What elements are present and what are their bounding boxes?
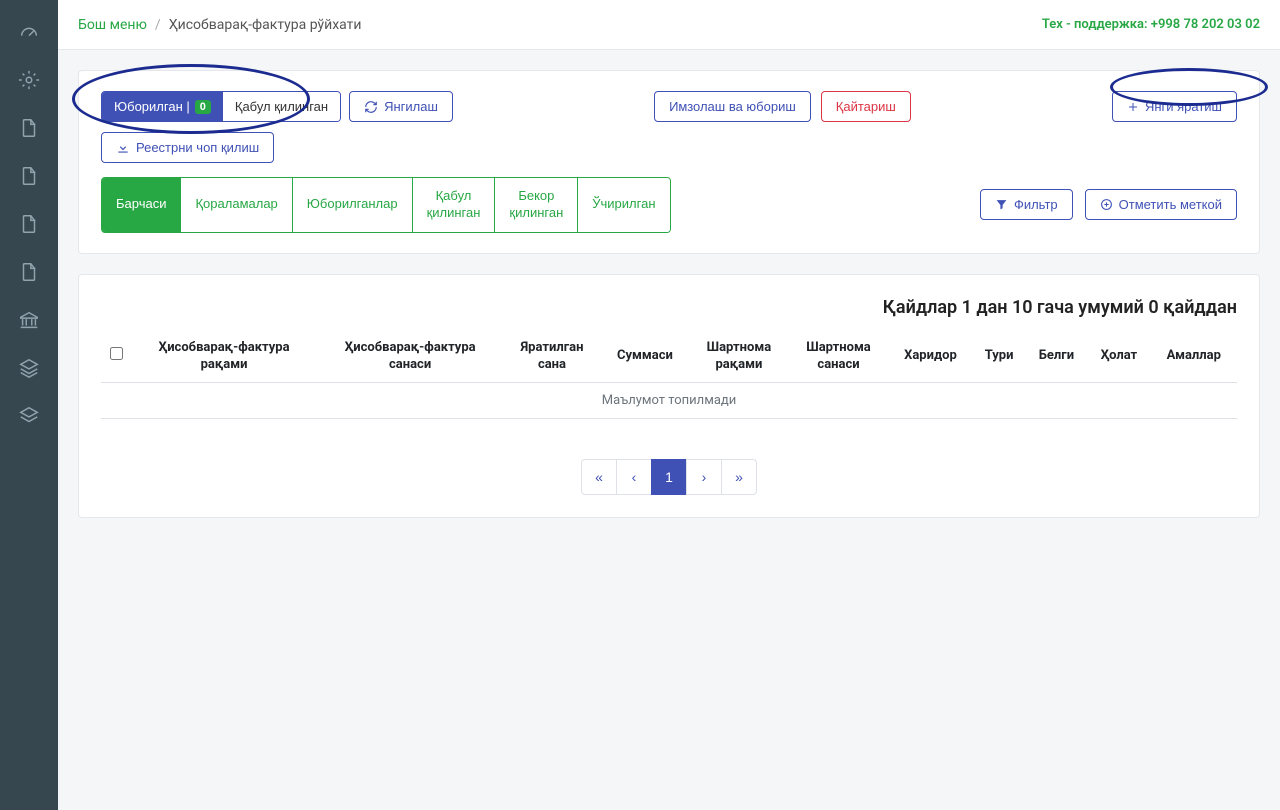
topbar: Бош меню / Ҳисобварақ-фактура рўйхати Те… — [58, 0, 1280, 50]
th-invoice-date: Ҳисобварақ-фактурасанаси — [317, 332, 503, 382]
breadcrumb-separator: / — [155, 17, 161, 33]
th-status: Ҳолат — [1087, 332, 1150, 382]
th-buyer: Харидор — [888, 332, 972, 382]
sidebar — [0, 0, 58, 810]
layers-icon — [18, 405, 40, 427]
seg-received[interactable]: Қабул қилинган — [223, 92, 340, 121]
status-tabs: Барчаси Қораламалар Юборилганлар Қабул қ… — [101, 177, 671, 233]
records-info: Қайдлар 1 дан 10 гача умумий 0 қайддан — [101, 297, 1237, 318]
badge-count: 0 — [195, 100, 211, 114]
print-button[interactable]: Реестрни чоп қилиш — [101, 132, 274, 163]
document-icon — [18, 165, 40, 187]
breadcrumb-home[interactable]: Бош меню — [78, 17, 147, 33]
download-icon — [116, 141, 130, 155]
sidebar-item-doc4[interactable] — [0, 248, 58, 296]
gauge-icon — [18, 21, 40, 43]
page-prev[interactable]: ‹ — [616, 459, 652, 495]
tab-all[interactable]: Барчаси — [102, 178, 181, 232]
refresh-button[interactable]: Янгилаш — [349, 91, 453, 122]
support-phone: +998 78 202 03 02 — [1151, 17, 1260, 32]
plus-circle-icon — [1100, 198, 1113, 211]
bank-icon — [18, 309, 40, 331]
table-panel: Қайдлар 1 дан 10 гача умумий 0 қайддан Ҳ… — [78, 274, 1260, 518]
th-checkbox — [101, 332, 131, 382]
document-icon — [18, 261, 40, 283]
page-first[interactable]: « — [581, 459, 617, 495]
th-actions: Амаллар — [1151, 332, 1237, 382]
page-1[interactable]: 1 — [651, 459, 687, 495]
th-created: Яратилгансана — [503, 332, 601, 382]
select-all-checkbox[interactable] — [110, 347, 123, 360]
page-next[interactable]: › — [686, 459, 722, 495]
sidebar-item-doc1[interactable] — [0, 104, 58, 152]
direction-segment: Юборилган | 0 Қабул қилинган — [101, 91, 341, 122]
document-icon — [18, 117, 40, 139]
support-info: Тех - поддержка: +998 78 202 03 02 — [1042, 17, 1260, 32]
th-contract-num: Шартномарақами — [689, 332, 789, 382]
gear-icon — [18, 69, 40, 91]
content: Юборилган | 0 Қабул қилинган Янгилаш — [58, 50, 1280, 810]
tab-cancelled[interactable]: Бекор қилинган — [495, 178, 578, 232]
refresh-icon — [364, 100, 378, 114]
support-label: Тех - поддержка: — [1042, 17, 1148, 32]
th-type: Тури — [973, 332, 1026, 382]
tab-drafts[interactable]: Қораламалар — [181, 178, 292, 232]
pagination: « ‹ 1 › » — [101, 459, 1237, 495]
breadcrumb-current: Ҳисобварақ-фактура рўйхати — [169, 17, 362, 33]
sidebar-item-doc2[interactable] — [0, 152, 58, 200]
th-contract-date: Шартномасанаси — [789, 332, 889, 382]
sidebar-item-bank[interactable] — [0, 296, 58, 344]
toolbar-panel: Юборилган | 0 Қабул қилинган Янгилаш — [78, 70, 1260, 254]
sidebar-item-settings[interactable] — [0, 56, 58, 104]
plus-icon — [1127, 101, 1139, 113]
th-sum: Суммаси — [601, 332, 689, 382]
filter-button[interactable]: Фильтр — [980, 189, 1073, 220]
sidebar-item-layers1[interactable] — [0, 344, 58, 392]
layers-icon — [18, 357, 40, 379]
sidebar-item-layers2[interactable] — [0, 392, 58, 440]
data-table: Ҳисобварақ-фактурарақами Ҳисобварақ-факт… — [101, 332, 1237, 419]
seg-sent[interactable]: Юборилган | 0 — [102, 92, 223, 121]
sidebar-item-doc3[interactable] — [0, 200, 58, 248]
mark-button[interactable]: Отметить меткой — [1085, 189, 1237, 220]
tab-deleted[interactable]: Ўчирилган — [578, 178, 669, 232]
empty-message: Маълумот топилмади — [101, 382, 1237, 418]
filter-icon — [995, 198, 1008, 211]
return-button[interactable]: Қайтариш — [821, 91, 911, 122]
page-last[interactable]: » — [721, 459, 757, 495]
th-invoice-num: Ҳисобварақ-фактурарақами — [131, 332, 317, 382]
th-tag: Белги — [1026, 332, 1088, 382]
tab-sent[interactable]: Юборилганлар — [293, 178, 413, 232]
sidebar-item-dashboard[interactable] — [0, 8, 58, 56]
main: Бош меню / Ҳисобварақ-фактура рўйхати Те… — [58, 0, 1280, 810]
create-button[interactable]: Янги яратиш — [1112, 91, 1237, 122]
tab-accepted[interactable]: Қабул қилинган — [413, 178, 496, 232]
breadcrumb: Бош меню / Ҳисобварақ-фактура рўйхати — [78, 17, 361, 33]
document-icon — [18, 213, 40, 235]
sign-button[interactable]: Имзолаш ва юбориш — [654, 91, 811, 122]
